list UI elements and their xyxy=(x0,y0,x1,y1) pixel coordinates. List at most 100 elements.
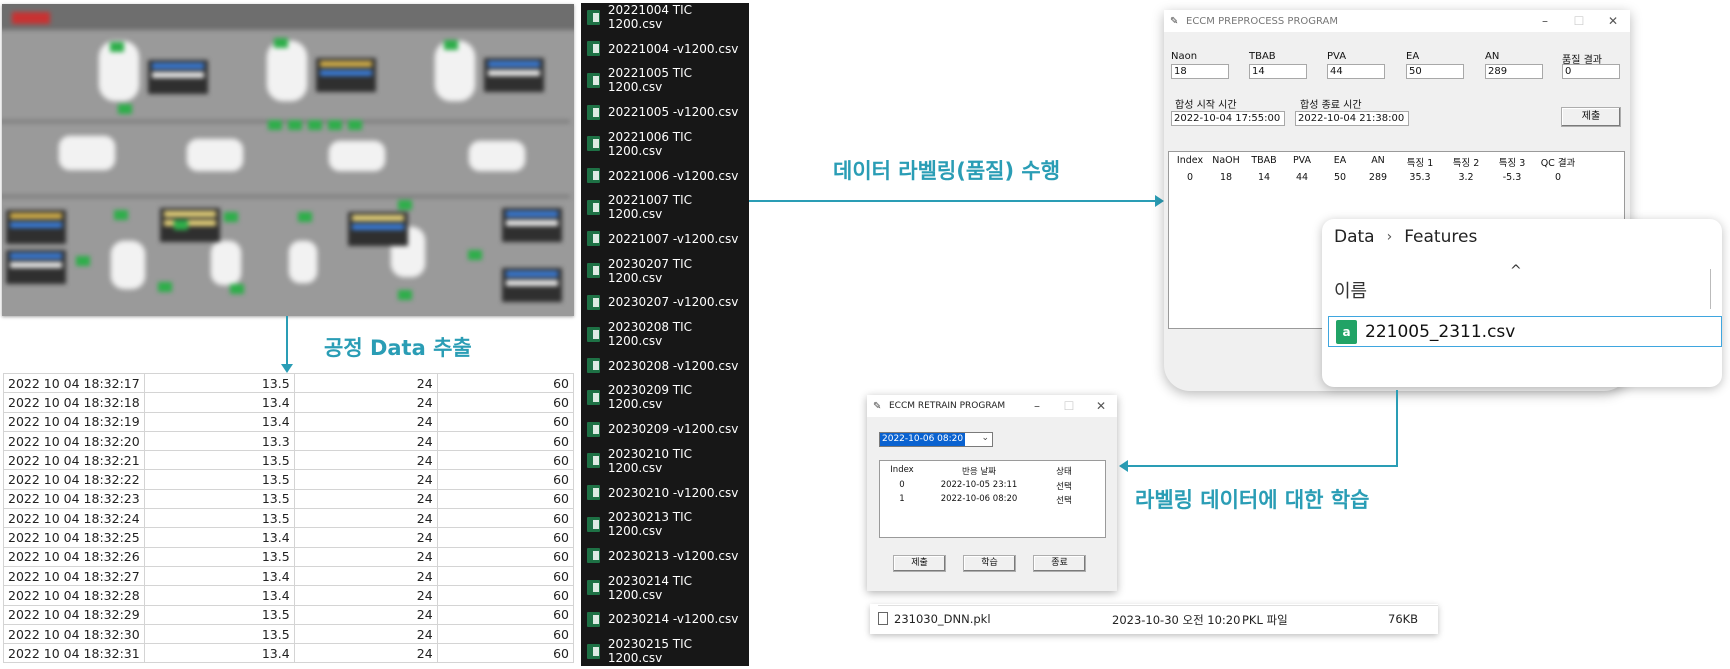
reaction-cell: 2022-10-06 08:20 xyxy=(940,494,1018,504)
file-list-item[interactable]: 20221006 -v1200.csv xyxy=(581,164,749,188)
table-row[interactable]: 1 2022-10-06 08:20 선택 xyxy=(880,494,1105,508)
window-title: ECCM PREPROCESS PROGRAM xyxy=(1186,15,1339,27)
column-header[interactable]: 특징 1 xyxy=(1397,155,1443,169)
table-row[interactable]: 0 18 14 44 50 289 35.3 3.2 -5.3 0 xyxy=(1169,169,1624,183)
column-header[interactable]: TBAB xyxy=(1245,155,1283,169)
value-cell: 60 xyxy=(436,508,575,529)
timestamp-cell: 2022 10 04 18:32:18 xyxy=(3,392,145,413)
minimize-icon[interactable]: – xyxy=(1021,399,1053,413)
csv-file-icon: a xyxy=(1336,319,1357,344)
csv-file-icon xyxy=(587,294,600,310)
quality-result-input[interactable]: 0 xyxy=(1562,64,1620,79)
file-list-item[interactable]: 20230215 TIC 1200.csv xyxy=(581,637,749,665)
arrow-down-icon xyxy=(281,364,293,373)
file-list-item[interactable]: 20230213 TIC 1200.csv xyxy=(581,510,749,538)
value-cell: 13.4 xyxy=(143,643,295,664)
maximize-icon[interactable]: ☐ xyxy=(1562,14,1596,28)
file-list-item[interactable]: 20221006 TIC 1200.csv xyxy=(581,129,749,158)
file-list-item[interactable]: 20230207 TIC 1200.csv xyxy=(581,257,749,285)
file-list-item[interactable]: 20230214 -v1200.csv xyxy=(581,607,749,631)
file-list-item[interactable]: 20230207 -v1200.csv xyxy=(581,290,749,314)
feature-cell: 289 xyxy=(1368,172,1388,183)
table-row: 2022 10 04 18:32:28 13.4 24 60 xyxy=(3,585,575,606)
column-divider xyxy=(1710,269,1711,309)
file-item[interactable]: a 221005_2311.csv xyxy=(1328,316,1722,347)
chevron-down-icon[interactable]: ⌄ xyxy=(981,433,989,443)
file-list-item[interactable]: 20230210 -v1200.csv xyxy=(581,481,749,505)
value-cell: 60 xyxy=(436,643,575,664)
file-list-item[interactable]: 20230213 -v1200.csv xyxy=(581,544,749,568)
file-list-item[interactable]: 20221007 TIC 1200.csv xyxy=(581,193,749,221)
pkl-file-date: 2023-10-30 오전 10:20 xyxy=(1112,613,1241,627)
breadcrumb-features[interactable]: Features xyxy=(1404,227,1477,247)
file-list-item[interactable]: 20221005 -v1200.csv xyxy=(581,100,749,124)
csv-file-icon xyxy=(587,516,600,532)
column-header-name[interactable]: 이름 xyxy=(1334,277,1367,303)
file-name: 20221006 -v1200.csv xyxy=(608,168,739,183)
close-icon[interactable]: ✕ xyxy=(1085,399,1117,413)
window-title: ECCM RETRAIN PROGRAM xyxy=(889,401,1006,411)
file-list-item[interactable]: 20230208 TIC 1200.csv xyxy=(581,320,749,348)
file-name: 20221006 TIC 1200.csv xyxy=(607,129,693,158)
column-header[interactable]: EA xyxy=(1321,155,1359,169)
value-cell: 60 xyxy=(436,372,575,394)
submit-button[interactable]: 제출 xyxy=(893,555,946,572)
file-list-item[interactable]: 20230214 TIC 1200.csv xyxy=(581,574,749,602)
timestamp-cell: 2022 10 04 18:32:20 xyxy=(3,430,145,452)
feature-cell: 50 xyxy=(1333,172,1347,183)
column-header[interactable]: 상태 xyxy=(1034,465,1094,477)
table-row[interactable]: 0 2022-10-05 23:11 선택 xyxy=(880,480,1105,494)
column-header[interactable]: Index xyxy=(1173,155,1207,169)
file-name: 20230215 TIC 1200.csv xyxy=(607,637,693,665)
file-list-item[interactable]: 20221005 TIC 1200.csv xyxy=(581,66,749,94)
file-list-item[interactable]: 20221007 -v1200.csv xyxy=(581,227,749,251)
file-list-item[interactable]: 20230208 -v1200.csv xyxy=(581,354,749,378)
file-list-item[interactable]: 20230209 TIC 1200.csv xyxy=(581,383,749,411)
breadcrumb-data[interactable]: Data xyxy=(1334,227,1375,247)
naon-input[interactable]: 18 xyxy=(1171,64,1229,79)
value-cell: 60 xyxy=(436,604,575,625)
file-list-item[interactable]: 20221004 -v1200.csv xyxy=(581,37,749,61)
reaction-cell: 0 xyxy=(899,480,905,490)
csv-file-icon xyxy=(587,263,600,279)
file-name: 221005_2311.csv xyxy=(1365,321,1516,342)
csv-file-icon xyxy=(587,611,600,627)
column-header[interactable]: AN xyxy=(1359,155,1397,169)
file-list-item[interactable]: 20230210 TIC 1200.csv xyxy=(581,447,749,475)
connector-right-line xyxy=(749,200,1155,202)
ea-input[interactable]: 50 xyxy=(1406,64,1464,79)
value-cell: 24 xyxy=(293,392,438,413)
an-input[interactable]: 289 xyxy=(1485,64,1543,79)
close-icon[interactable]: ✕ xyxy=(1596,14,1630,28)
file-name: 20230209 -v1200.csv xyxy=(608,422,739,437)
csv-file-icon xyxy=(587,326,600,342)
end-time-input[interactable]: 2022-10-04 21:38:00 xyxy=(1295,111,1409,126)
timestamp-cell: 2022 10 04 18:32:19 xyxy=(3,411,145,432)
minimize-icon[interactable]: – xyxy=(1528,14,1562,28)
column-header[interactable]: PVA xyxy=(1283,155,1321,169)
maximize-icon[interactable]: ☐ xyxy=(1053,399,1085,413)
model-file-row[interactable]: 231030_DNN.pkl 2023-10-30 오전 10:20 PKL 파… xyxy=(870,604,1438,634)
pva-input[interactable]: 44 xyxy=(1327,64,1385,79)
value-cell: 60 xyxy=(436,488,575,510)
train-button[interactable]: 학습 xyxy=(963,555,1016,572)
file-list-item[interactable]: 20221004 TIC 1200.csv xyxy=(581,3,749,31)
sort-up-icon[interactable]: ^ xyxy=(1510,263,1522,279)
file-list-item[interactable]: 20230209 -v1200.csv xyxy=(581,417,749,441)
csv-file-icon xyxy=(587,199,600,215)
column-header[interactable]: QC 결과 xyxy=(1535,155,1581,169)
column-header[interactable]: Index xyxy=(880,465,924,477)
column-header[interactable]: 특징 2 xyxy=(1443,155,1489,169)
csv-file-icon xyxy=(587,389,600,405)
tbab-input[interactable]: 14 xyxy=(1249,64,1307,79)
value-cell: 13.5 xyxy=(143,546,295,567)
submit-button[interactable]: 제출 xyxy=(1561,107,1621,127)
reaction-date-combobox[interactable]: 2022-10-06 08:20 ⌄ xyxy=(879,432,993,447)
timestamp-cell: 2022 10 04 18:32:29 xyxy=(3,604,145,625)
column-header[interactable]: 특징 3 xyxy=(1489,155,1535,169)
value-cell: 60 xyxy=(436,430,575,452)
column-header[interactable]: NaOH xyxy=(1207,155,1245,169)
exit-button[interactable]: 종료 xyxy=(1033,555,1086,572)
column-header[interactable]: 반응 날짜 xyxy=(924,465,1034,477)
start-time-input[interactable]: 2022-10-04 17:55:00 xyxy=(1171,111,1285,126)
